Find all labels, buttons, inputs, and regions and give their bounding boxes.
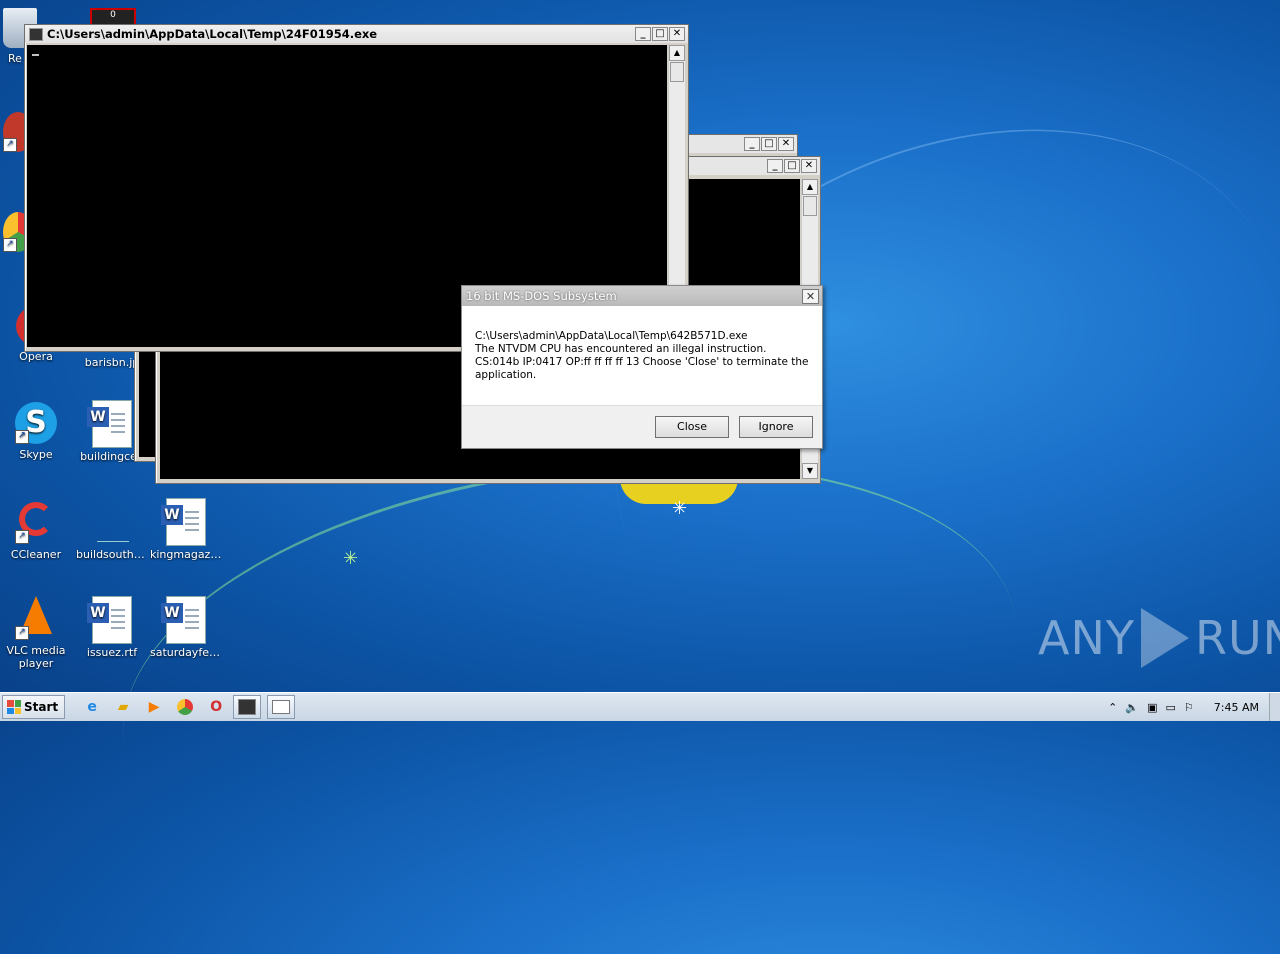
minimize-button[interactable]: _ [635,27,651,41]
window-icon [272,700,291,714]
anyrun-watermark: ANY RUN [1038,608,1280,668]
dialog-titlebar[interactable]: 16 bit MS-DOS Subsystem ✕ [462,286,822,306]
taskbar: Start e ▰ ▶ O ⌃ 🔈 ▣ ▭ ⚐ 7:45 AM [0,692,1280,721]
desktop-icon-label: saturdayfee... [150,646,222,659]
window-titlebar[interactable]: C:\Users\admin\AppData\Local\Temp\24F019… [25,25,688,43]
desktop-icon-label: Skype [19,448,53,461]
ccleaner-icon: ↗ [15,502,57,544]
scroll-thumb[interactable] [670,62,684,82]
shortcut-arrow-icon: ↗ [3,238,17,252]
start-label: Start [24,700,59,714]
media-player-icon[interactable]: ▶ [143,696,165,718]
close-button[interactable]: ✕ [669,27,685,41]
play-logo-icon [1140,608,1189,668]
minimize-button[interactable]: _ [744,137,760,151]
desktop-icon-label: kingmagazi... [150,548,222,561]
watermark-text: RUN [1194,611,1280,665]
desktop-icon-label: buildsouth.png [76,548,148,561]
console-app-icon [29,27,43,41]
desktop-icon-label: issuez.rtf [86,646,138,659]
windows-logo-icon [7,700,21,714]
word-document-icon: W [87,400,132,448]
dialog-message-line: The NTVDM CPU has encountered an illegal… [475,343,767,355]
dialog-message-line: C:\Users\admin\AppData\Local\Temp\642B57… [475,330,748,342]
error-dialog[interactable]: 16 bit MS-DOS Subsystem ✕ C:\Users\admin… [461,285,823,449]
taskbar-console-button[interactable] [233,695,262,719]
desktop-icon-saturdayfee[interactable]: W saturdayfee... [150,596,222,659]
word-document-icon: W [161,596,206,644]
start-button[interactable]: Start [2,695,66,719]
volume-icon[interactable]: 🔈 [1125,701,1139,714]
show-desktop-button[interactable] [1269,693,1280,721]
ignore-button[interactable]: Ignore [739,416,813,438]
dialog-message-line: application. [475,369,537,381]
scroll-thumb[interactable] [803,196,817,216]
opera-icon[interactable]: O [205,696,227,718]
console-icon [238,699,257,715]
show-hidden-icons-icon[interactable]: ⌃ [1108,701,1117,714]
scroll-down-icon[interactable]: ▼ [802,463,818,479]
window-title: C:\Users\admin\AppData\Local\Temp\24F019… [47,27,378,41]
wallpaper-sparkle: ✳ [343,548,359,569]
system-tray: ⌃ 🔈 ▣ ▭ ⚐ 7:45 AM [1108,693,1269,721]
close-button[interactable]: ✕ [801,159,817,173]
watermark-text: ANY [1038,611,1135,665]
dialog-message: C:\Users\admin\AppData\Local\Temp\642B57… [462,306,822,403]
chrome-icon[interactable] [174,696,196,718]
network-icon[interactable]: ▣ [1147,701,1157,714]
vlc-cone-icon: ↗ [15,596,57,640]
maximize-button[interactable]: □ [652,27,668,41]
display-icon[interactable]: ▭ [1166,701,1176,714]
word-document-icon: W [87,596,132,644]
word-document-icon: W [161,498,206,546]
dialog-footer: Close Ignore [462,405,822,448]
dialog-message-line: CS:014b IP:0417 OP:ff ff ff ff 13 Choose… [475,356,809,368]
taskbar-dialog-button[interactable] [267,695,296,719]
scroll-up-icon[interactable]: ▲ [669,45,685,61]
scroll-up-icon[interactable]: ▲ [802,179,818,195]
shortcut-arrow-icon: ↗ [3,138,17,152]
desktop-icon-skype[interactable]: S ↗ Skype [0,402,72,461]
desktop-icon-kingmagazine[interactable]: W kingmagazi... [150,498,222,561]
dialog-close-icon[interactable]: ✕ [802,288,819,304]
desktop-icon-label: VLC media player [6,644,66,670]
shortcut-arrow-icon: ↗ [15,530,29,544]
action-center-flag-icon[interactable]: ⚐ [1184,701,1194,714]
wallpaper-sparkle: ✳ [672,498,688,519]
skype-icon: S ↗ [15,402,57,444]
shortcut-arrow-icon: ↗ [15,626,29,640]
image-file-icon [89,498,135,544]
file-explorer-icon[interactable]: ▰ [112,696,134,718]
minimize-button[interactable]: _ [767,159,783,173]
shortcut-arrow-icon: ↗ [15,430,29,444]
desktop-icon-label: CCleaner [10,548,62,561]
internet-explorer-icon[interactable]: e [81,696,103,718]
desktop-icon-buildsouth[interactable]: buildsouth.png [76,498,148,561]
desktop-icon-ccleaner[interactable]: ↗ CCleaner [0,498,72,561]
maximize-button[interactable]: □ [784,159,800,173]
dialog-title: 16 bit MS-DOS Subsystem [466,289,617,303]
clock[interactable]: 7:45 AM [1214,701,1259,714]
text-cursor [32,54,39,56]
close-button[interactable]: ✕ [778,137,794,151]
desktop-icon-issuez[interactable]: W issuez.rtf [76,596,148,659]
maximize-button[interactable]: □ [761,137,777,151]
desktop-icon-vlc[interactable]: ↗ VLC media player [0,596,72,670]
close-button[interactable]: Close [655,416,729,438]
